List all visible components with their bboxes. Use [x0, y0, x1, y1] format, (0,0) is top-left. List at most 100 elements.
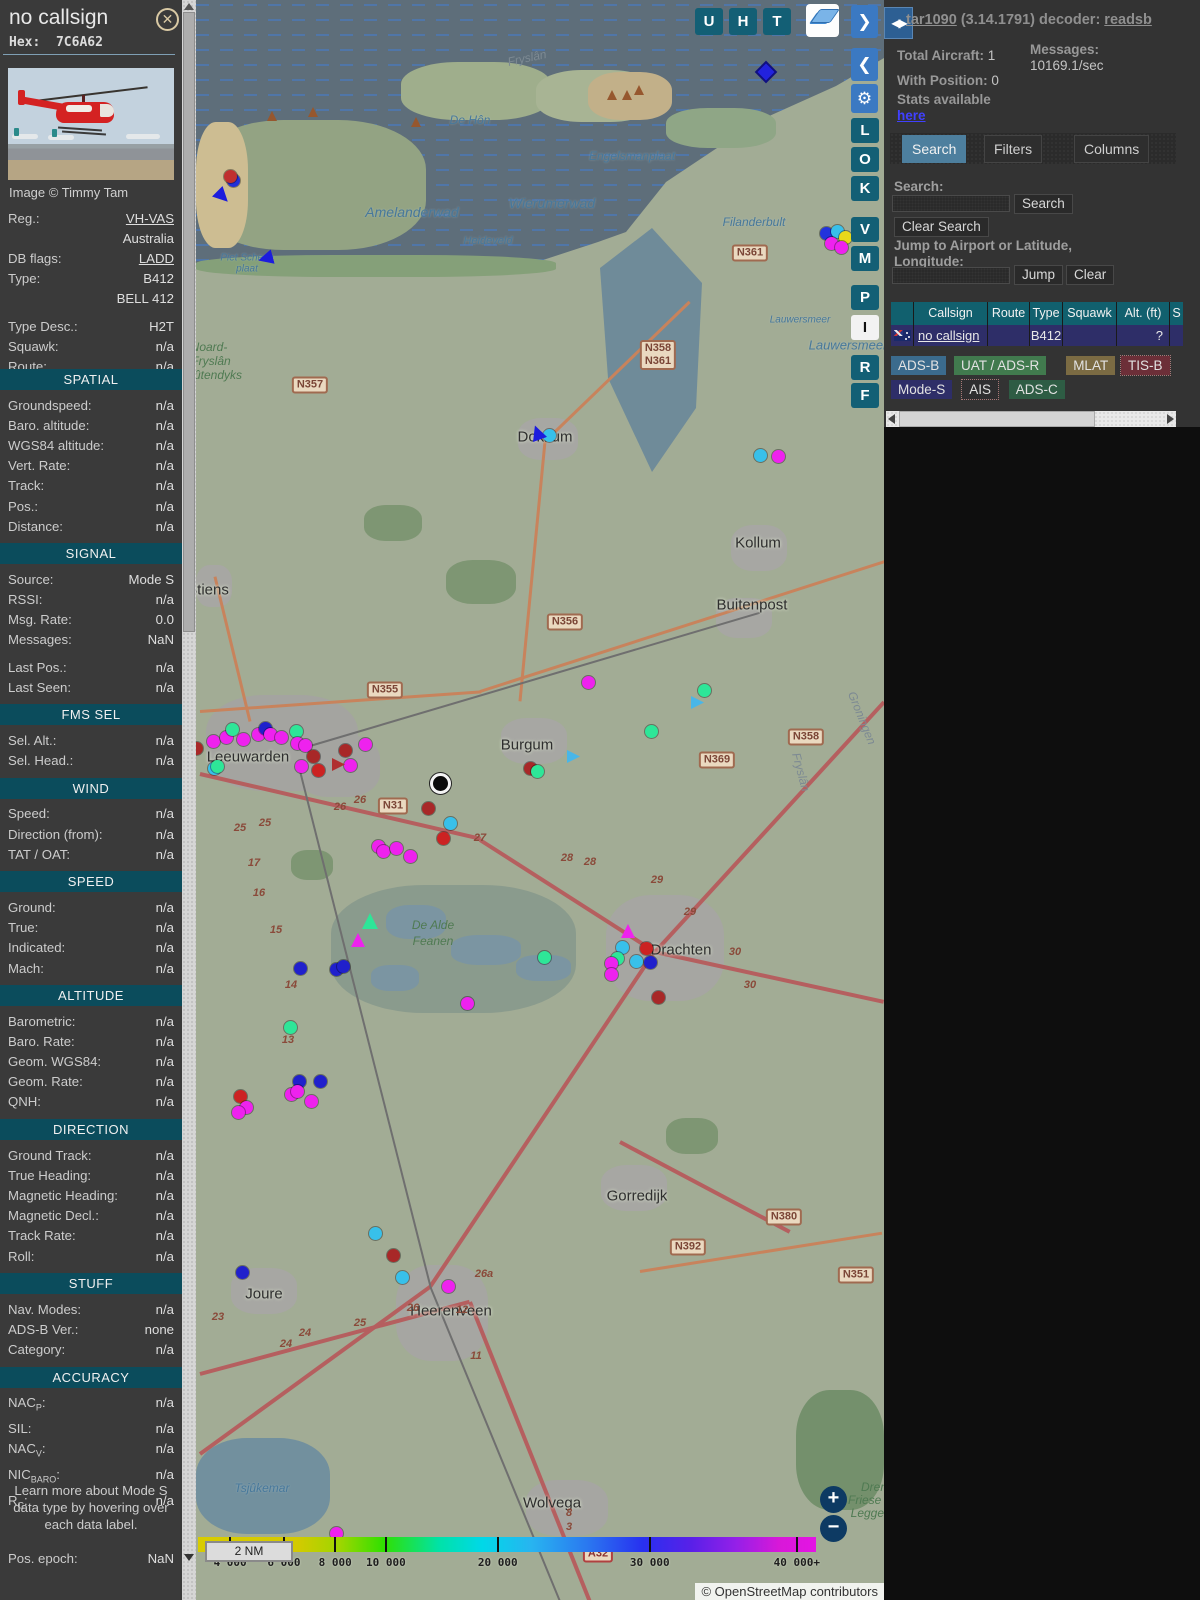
aircraft-marker[interactable] — [283, 1020, 297, 1034]
aircraft-marker[interactable] — [441, 1279, 455, 1293]
aircraft-marker[interactable] — [443, 816, 457, 830]
zoom-out-button[interactable]: − — [820, 1515, 847, 1542]
clear-button[interactable]: Clear — [1066, 265, 1115, 285]
aircraft-marker[interactable] — [304, 1094, 318, 1108]
aircraft-marker[interactable] — [771, 449, 785, 463]
aircraft-marker[interactable] — [343, 758, 357, 772]
aircraft-marker[interactable] — [834, 240, 848, 254]
aircraft-marker[interactable] — [306, 749, 320, 763]
aircraft-map[interactable]: DokkumKollumBuitenpostBurgumLeeuwardenSt… — [196, 0, 884, 1600]
tar1090-link[interactable]: tar1090 — [906, 12, 957, 28]
aircraft-marker[interactable] — [298, 738, 312, 752]
aircraft-marker[interactable] — [537, 950, 551, 964]
column-header[interactable]: Squawk — [1063, 302, 1116, 325]
table-horizontal-scrollbar[interactable] — [886, 411, 1176, 427]
aircraft-marker[interactable] — [421, 801, 435, 815]
aircraft-marker[interactable] — [210, 759, 224, 773]
aircraft-marker[interactable] — [644, 724, 658, 738]
map-button-u[interactable]: U — [695, 8, 723, 35]
map-collapse-left-icon[interactable]: ❮ — [851, 48, 878, 81]
aircraft-marker[interactable] — [225, 722, 239, 736]
aircraft-marker-triangle[interactable] — [691, 696, 704, 709]
map-toggle-l[interactable]: L — [851, 118, 879, 143]
map-toggle-v[interactable]: V — [851, 217, 879, 242]
table-row[interactable]: no callsign B412? — [891, 325, 1183, 346]
aircraft-marker[interactable] — [395, 1270, 409, 1284]
aircraft-marker[interactable] — [338, 743, 352, 757]
layers-icon[interactable] — [806, 4, 840, 37]
zoom-in-button[interactable]: + — [820, 1486, 847, 1513]
aircraft-marker[interactable] — [290, 1084, 304, 1098]
map-expand-right-icon[interactable]: ❯ — [851, 5, 878, 38]
search-input[interactable] — [892, 195, 1010, 212]
scroll-right-icon[interactable] — [1167, 414, 1174, 424]
filter-chip-mlat[interactable]: MLAT — [1066, 356, 1116, 375]
aircraft-marker[interactable] — [530, 764, 544, 778]
sidebar-scrollbar-thumb[interactable] — [183, 12, 195, 632]
scroll-down-icon[interactable] — [184, 1554, 194, 1561]
sidebar-scrollbar[interactable] — [182, 0, 196, 1600]
aircraft-marker[interactable] — [604, 967, 618, 981]
map-toggle-r[interactable]: R — [851, 355, 879, 380]
aircraft-marker[interactable] — [223, 169, 237, 183]
readsb-link[interactable]: readsb — [1104, 12, 1152, 28]
scroll-up-icon[interactable] — [184, 3, 194, 10]
column-header[interactable] — [891, 302, 913, 325]
aircraft-marker[interactable] — [376, 844, 390, 858]
column-header[interactable]: S — [1170, 302, 1183, 325]
aircraft-marker[interactable] — [236, 732, 250, 746]
aircraft-marker[interactable] — [643, 955, 657, 969]
map-toggle-p[interactable]: P — [851, 285, 879, 310]
filter-chip-tis-b[interactable]: TIS-B — [1120, 355, 1171, 376]
map-toggle-i[interactable]: I — [851, 315, 879, 340]
filter-chip-ads-c[interactable]: ADS-C — [1008, 380, 1065, 399]
aircraft-marker[interactable] — [231, 1105, 245, 1119]
aircraft-marker[interactable] — [274, 730, 288, 744]
aircraft-marker[interactable] — [336, 959, 350, 973]
aircraft-marker[interactable] — [753, 448, 767, 462]
aircraft-marker[interactable] — [289, 724, 303, 738]
aircraft-marker[interactable] — [313, 1074, 327, 1088]
stats-here-link[interactable]: here — [897, 108, 926, 123]
map-toggle-o[interactable]: O — [851, 147, 879, 172]
aircraft-marker[interactable] — [311, 763, 325, 777]
data-value-link[interactable]: VH-VAS — [126, 210, 174, 227]
search-button[interactable]: Search — [1014, 194, 1073, 214]
aircraft-marker[interactable] — [697, 683, 711, 697]
selected-aircraft-marker[interactable] — [430, 773, 451, 794]
jump-button[interactable]: Jump — [1014, 265, 1064, 285]
filter-chip-mode-s[interactable]: Mode-S — [891, 380, 953, 399]
aircraft-marker[interactable] — [460, 996, 474, 1010]
filter-chip-ais[interactable]: AIS — [961, 379, 999, 400]
aircraft-marker[interactable] — [629, 954, 643, 968]
column-header[interactable]: Callsign — [914, 302, 987, 325]
tab-search[interactable]: Search — [902, 135, 967, 163]
aircraft-marker[interactable] — [196, 741, 203, 755]
aircraft-marker[interactable] — [581, 675, 595, 689]
close-icon[interactable]: ✕ — [156, 8, 179, 31]
map-toggle-m[interactable]: M — [851, 246, 879, 271]
map-button-t[interactable]: T — [763, 8, 791, 35]
tab-columns[interactable]: Columns — [1074, 135, 1150, 163]
filter-chip-ads-b[interactable]: ADS-B — [891, 356, 947, 375]
map-button-h[interactable]: H — [729, 8, 757, 35]
aircraft-marker[interactable] — [403, 849, 417, 863]
column-header[interactable]: Alt. (ft) — [1117, 302, 1169, 325]
aircraft-marker[interactable] — [294, 759, 308, 773]
table-scrollbar-thumb[interactable] — [899, 411, 1095, 427]
aircraft-marker[interactable] — [651, 990, 665, 1004]
data-value-link[interactable]: LADD — [139, 250, 174, 267]
clear-search-button[interactable]: Clear Search — [894, 217, 989, 237]
aircraft-marker[interactable] — [389, 841, 403, 855]
aircraft-marker[interactable] — [235, 1265, 249, 1279]
aircraft-marker[interactable] — [358, 737, 372, 751]
jump-input[interactable] — [892, 267, 1010, 284]
aircraft-marker[interactable] — [206, 734, 220, 748]
table-cell[interactable]: no callsign — [914, 325, 987, 346]
aircraft-marker[interactable] — [386, 1248, 400, 1262]
column-header[interactable]: Type — [1030, 302, 1062, 325]
map-toggle-f[interactable]: F — [851, 383, 879, 408]
aircraft-marker[interactable] — [293, 961, 307, 975]
tab-filters[interactable]: Filters — [984, 135, 1043, 163]
aircraft-marker[interactable] — [368, 1226, 382, 1240]
